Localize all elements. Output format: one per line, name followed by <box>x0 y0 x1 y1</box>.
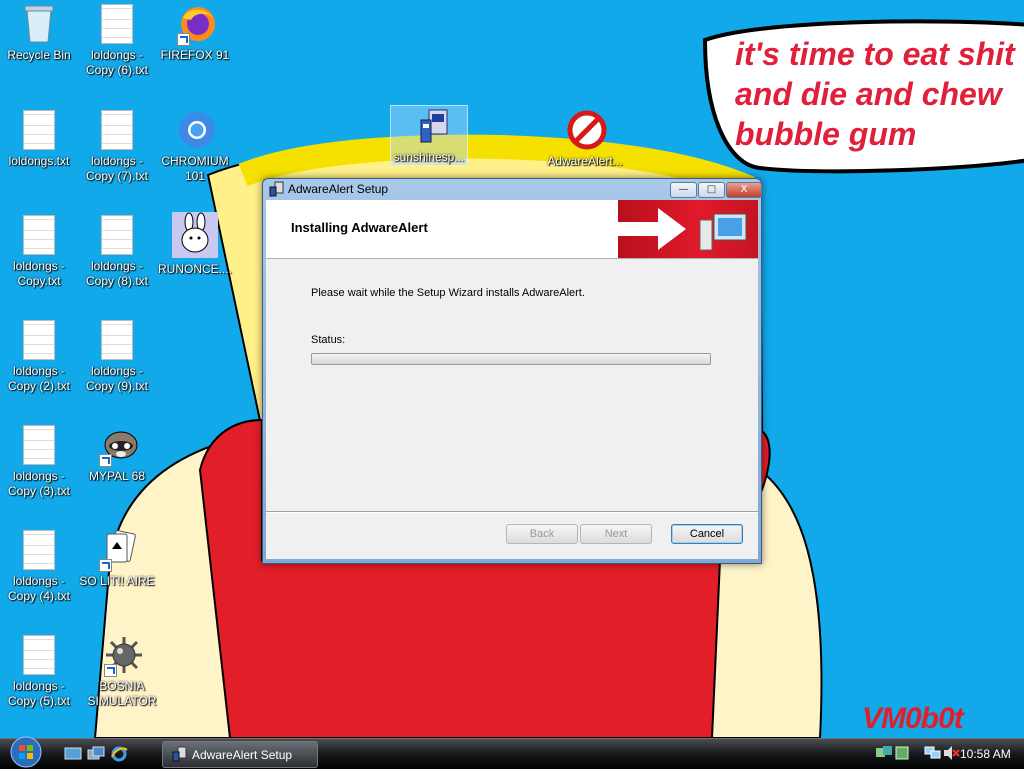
desktop-icon-label: Recycle Bin <box>7 48 71 62</box>
cancel-button[interactable]: Cancel <box>671 524 743 544</box>
button-separator <box>266 511 758 513</box>
desktop-icon-file[interactable]: loldongs - Copy (7).txt <box>79 110 155 184</box>
desktop-icon-label: SO LIT!! AIRE <box>79 574 155 588</box>
desktop-icon-label: loldongs - Copy.txt <box>12 259 66 288</box>
raccoon-icon <box>99 425 138 467</box>
next-button[interactable]: Next <box>580 524 652 544</box>
desktop-icon-label: loldongs.txt <box>8 154 70 168</box>
setup-app-icon <box>171 746 187 766</box>
desktop-icon-file[interactable]: loldongs - Copy.txt <box>1 215 77 289</box>
dialog-client: Installing AdwareAlert Please wait while… <box>266 200 758 559</box>
desktop-icon-label: MYPAL 68 <box>88 469 146 483</box>
speech-bubble-text: it's time to eat shit and die and chew b… <box>735 36 1015 152</box>
taskbar: AdwareAlert Setup 10:58 AM <box>0 735 1024 769</box>
desktop-icon-label: loldongs - Copy (8).txt <box>85 259 148 288</box>
tray-sync-icon[interactable] <box>894 745 910 765</box>
desktop-icon-label: loldongs - Copy (3).txt <box>7 469 70 498</box>
desktop-icon-label: sunshinesp... <box>393 150 465 164</box>
desktop-icon-chromium[interactable]: CHROMIUM 101 <box>157 110 233 184</box>
text-file-icon <box>21 635 57 675</box>
desktop-icon-label: loldongs - Copy (9).txt <box>85 364 148 393</box>
internet-explorer-icon[interactable] <box>110 746 128 762</box>
minimize-button[interactable]: — <box>670 182 697 198</box>
dialog-banner: Installing AdwareAlert <box>266 200 758 259</box>
taskbar-button-adwarealert-setup[interactable]: AdwareAlert Setup <box>162 741 318 768</box>
desktop-icon-file[interactable]: loldongs - Copy (9).txt <box>79 320 155 394</box>
recycle-bin-icon <box>21 4 57 44</box>
start-button[interactable] <box>6 735 46 769</box>
desktop-icon-label: loldongs - Copy (4).txt <box>7 574 70 603</box>
wallpaper-signature: VM0b0t <box>862 702 964 735</box>
desktop-icon-mypal[interactable]: MYPAL 68 <box>79 425 155 484</box>
installer-icon <box>411 106 448 146</box>
back-button[interactable]: Back <box>506 524 578 544</box>
desktop-icon-label: CHROMIUM 101 <box>161 154 229 183</box>
playing-cards-icon <box>99 530 136 572</box>
desktop-icon-label: RUNONCE.... <box>157 262 232 276</box>
switch-windows-icon[interactable] <box>87 746 105 762</box>
desktop-icon-bosnia-simulator[interactable]: BOSNIA SIMULATOR <box>84 635 160 709</box>
firefox-icon <box>177 4 215 46</box>
banner-art <box>618 200 758 258</box>
taskbar-clock[interactable]: 10:58 AM <box>960 747 1011 761</box>
tray-app-icon[interactable] <box>875 745 893 765</box>
desktop-icon-label: loldongs - Copy (2).txt <box>7 364 70 393</box>
mine-icon <box>104 635 142 677</box>
close-button[interactable]: X <box>726 182 762 198</box>
text-file-icon <box>99 4 135 44</box>
chromium-icon <box>177 110 215 150</box>
banner-arrow-computer-icon <box>618 208 747 251</box>
desktop-icon-file[interactable]: loldongs - Copy (3).txt <box>1 425 77 499</box>
desktop-icon-file[interactable]: loldongs - Copy (8).txt <box>79 215 155 289</box>
text-file-icon <box>21 215 57 255</box>
text-file-icon <box>21 530 57 570</box>
desktop-icon-solitaire[interactable]: SO LIT!! AIRE <box>79 530 155 589</box>
desktop-icon-file[interactable]: loldongs - Copy (5).txt <box>1 635 77 709</box>
text-file-icon <box>99 110 135 150</box>
shortcut-arrow-icon <box>99 454 112 467</box>
desktop-icon-label: BOSNIA SIMULATOR <box>87 679 157 708</box>
prohibited-sign-icon <box>567 110 607 150</box>
dialog-heading: Installing AdwareAlert <box>291 220 428 235</box>
maximize-button[interactable]: □ <box>698 182 725 198</box>
dialog-title: AdwareAlert Setup <box>288 182 389 196</box>
desktop-icon-sunshine-installer[interactable]: sunshinesp... <box>390 105 468 166</box>
desktop-icon-file[interactable]: loldongs - Copy (2).txt <box>1 320 77 394</box>
shortcut-arrow-icon <box>99 559 112 572</box>
setup-dialog: AdwareAlert Setup — □ X Installing Adwar… <box>262 178 762 564</box>
setup-app-icon <box>268 181 284 201</box>
desktop-icon-firefox[interactable]: FIREFOX 91 <box>157 4 233 63</box>
shortcut-arrow-icon <box>104 664 117 677</box>
show-desktop-icon[interactable] <box>64 746 82 762</box>
windows-orb-icon <box>10 736 42 768</box>
desktop-icon-label: loldongs - Copy (7).txt <box>85 154 148 183</box>
text-file-icon <box>99 320 135 360</box>
desktop-icon-file[interactable]: loldongs - Copy (6).txt <box>79 4 155 78</box>
text-file-icon <box>21 110 57 150</box>
dialog-titlebar[interactable]: AdwareAlert Setup — □ X <box>263 179 762 201</box>
desktop-icon-file[interactable]: loldongs.txt <box>1 110 77 169</box>
network-icon[interactable] <box>924 745 942 765</box>
progress-bar <box>311 353 711 365</box>
text-file-icon <box>99 215 135 255</box>
status-label: Status: <box>311 334 346 346</box>
taskbar-button-label: AdwareAlert Setup <box>192 748 293 762</box>
desktop-icon-adwarealert[interactable]: AdwareAlert... <box>547 110 623 169</box>
desktop-icon-label: AdwareAlert... <box>547 154 623 168</box>
text-file-icon <box>21 320 57 360</box>
volume-muted-icon[interactable] <box>942 745 960 765</box>
desktop-icon-label: loldongs - Copy (6).txt <box>85 48 148 77</box>
desktop-icon-label: FIREFOX 91 <box>160 48 230 62</box>
shortcut-arrow-icon <box>177 33 190 46</box>
bunny-icon <box>172 212 218 258</box>
text-file-icon <box>21 425 57 465</box>
desktop-icon-recycle-bin[interactable]: Recycle Bin <box>1 4 77 63</box>
desktop-icon-runonce[interactable]: RUNONCE.... <box>157 212 233 277</box>
install-message: Please wait while the Setup Wizard insta… <box>311 287 585 299</box>
desktop-icon-file[interactable]: loldongs - Copy (4).txt <box>1 530 77 604</box>
desktop-icon-label: loldongs - Copy (5).txt <box>7 679 70 708</box>
